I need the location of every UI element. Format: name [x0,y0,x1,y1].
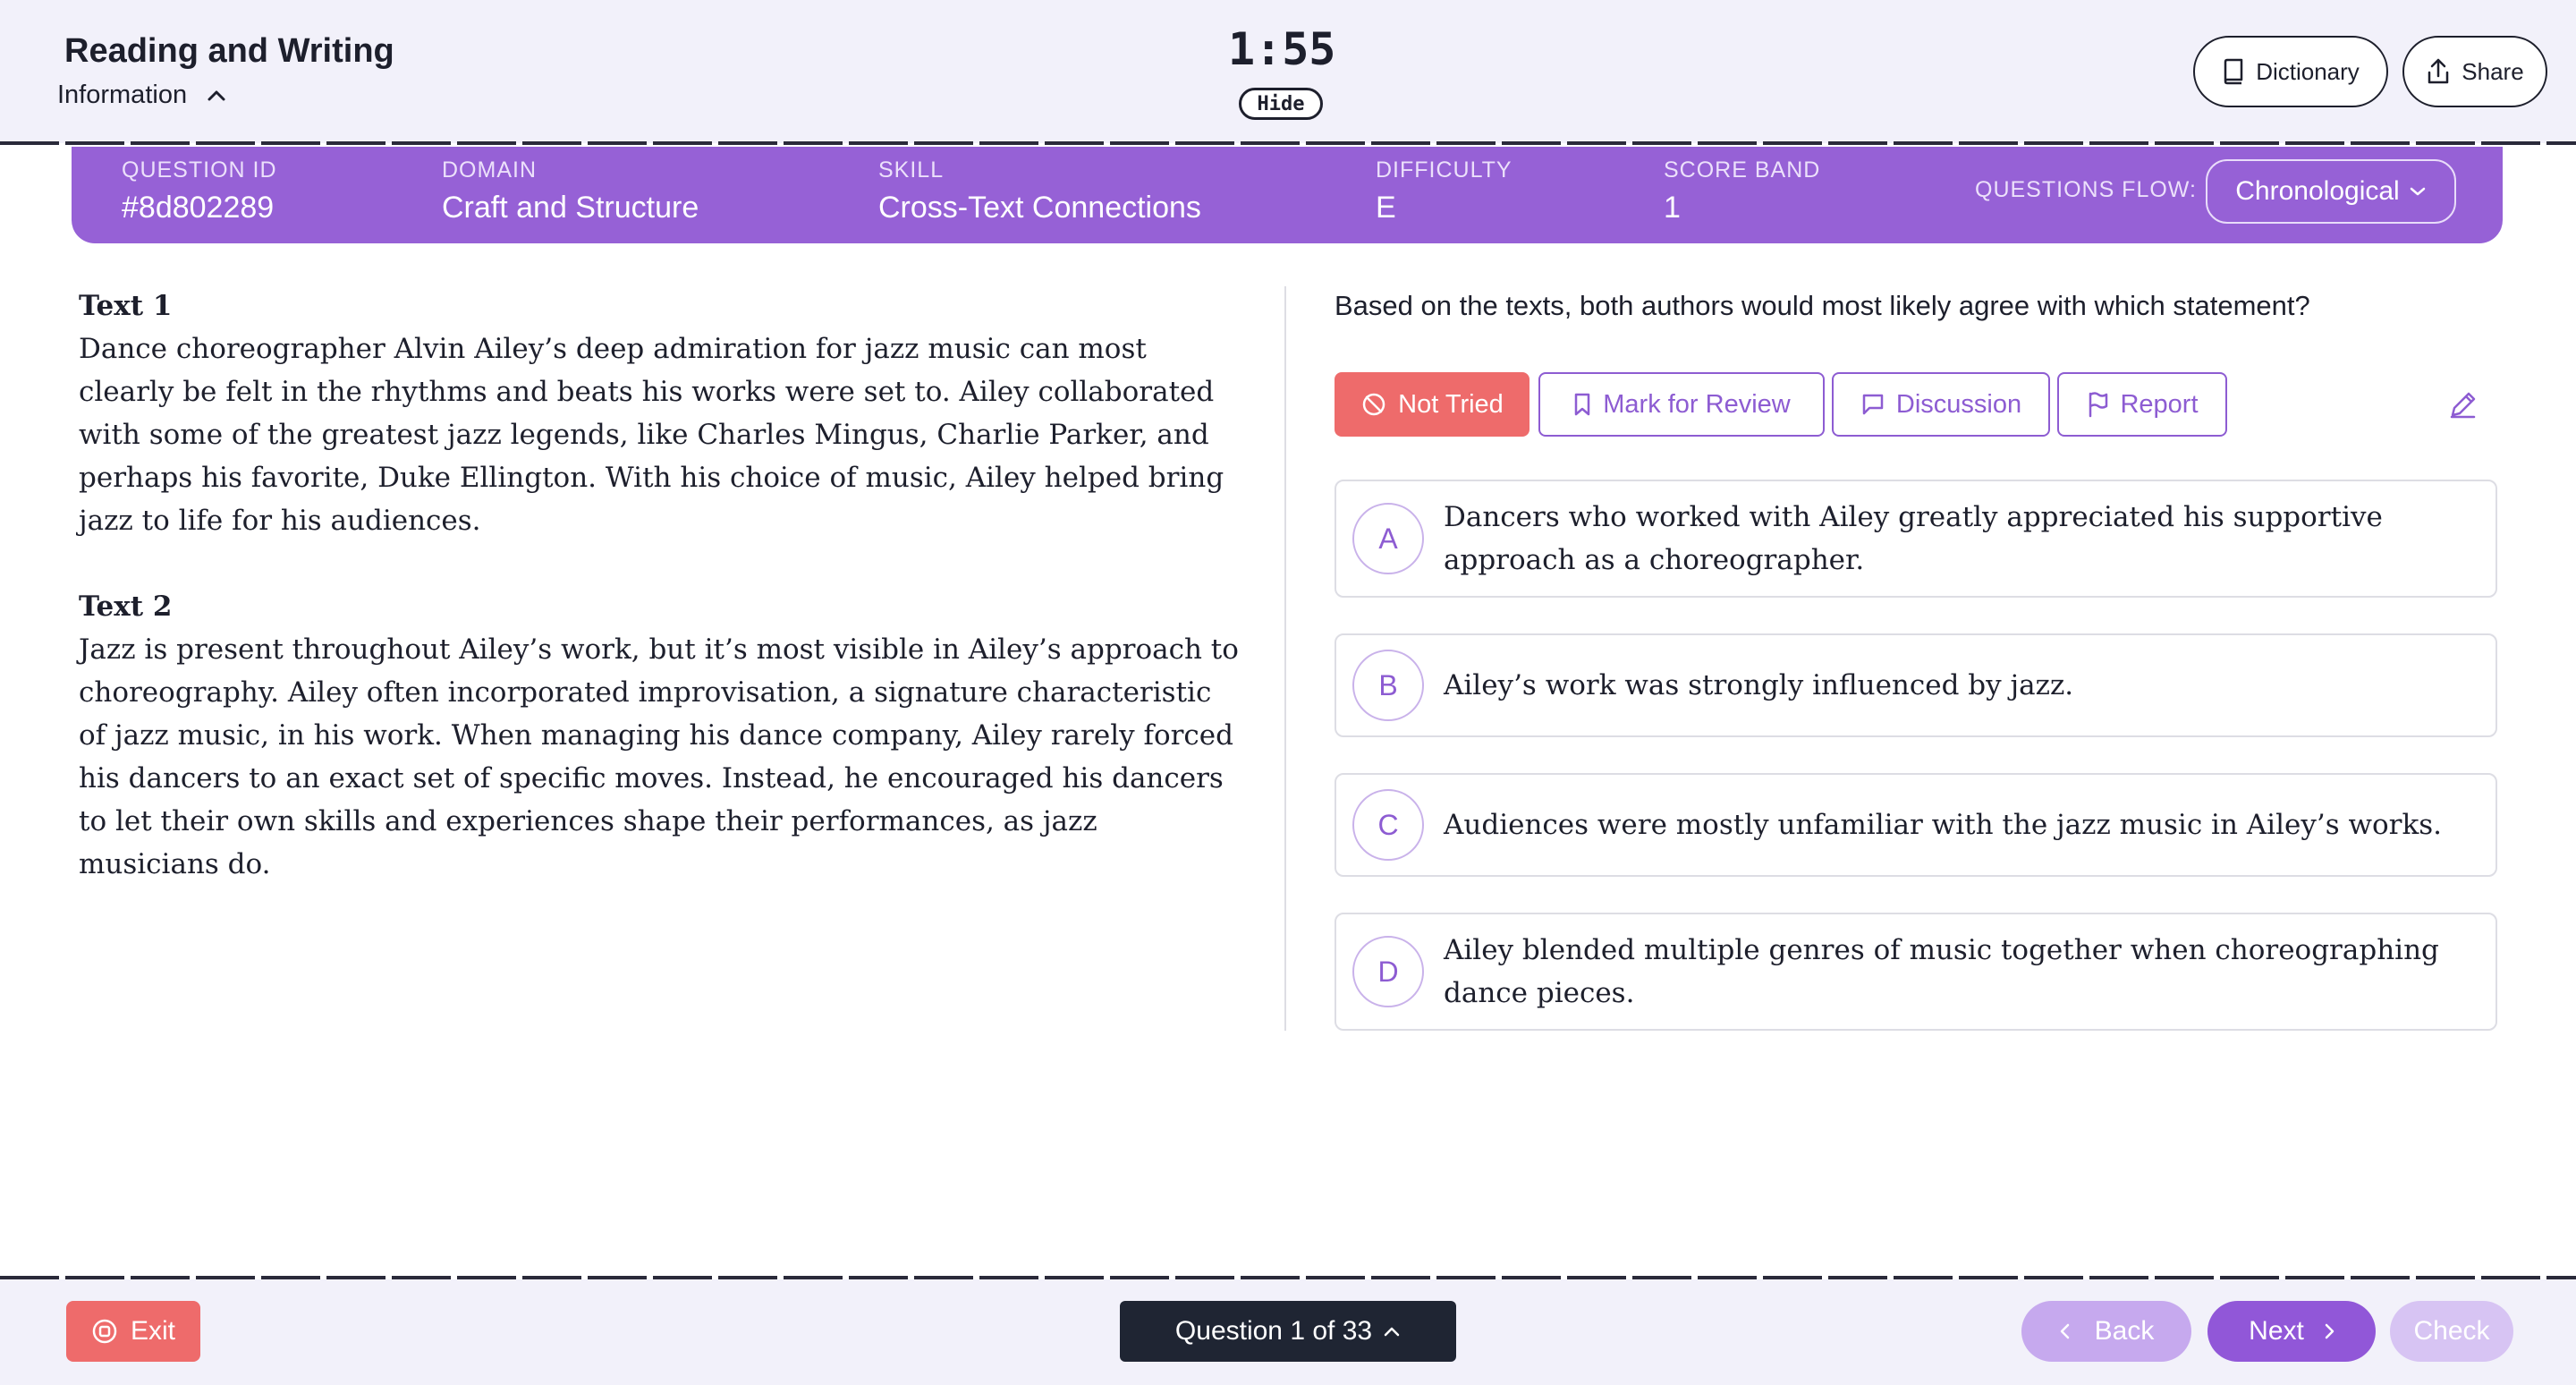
questions-flow-value: Chronological [2235,176,2400,206]
text1-body: Dance choreographer Alvin Ailey’s deep a… [79,333,1224,537]
bookmark-icon [1572,392,1592,417]
share-label: Share [2462,57,2524,85]
questions-flow-label: QUESTIONS FLOW: [1975,177,2197,202]
score-band-block: SCORE BAND 1 [1664,157,1820,225]
question-id-block: QUESTION ID #8d802289 [122,157,277,225]
choice-text-b: Ailey’s work was strongly influenced by … [1444,669,2074,701]
back-label: Back [2094,1316,2155,1346]
header-divider [0,141,2576,145]
choice-text-c: Audiences were mostly unfamiliar with th… [1444,809,2443,841]
question-info-bar: QUESTION ID #8d802289 DOMAIN Craft and S… [72,147,2503,243]
skill-label: SKILL [878,157,945,183]
score-band-value: 1 [1664,191,1681,225]
passage-panel: Text 1 Dance choreographer Alvin Ailey’s… [79,285,1241,886]
information-toggle[interactable]: Information [57,81,226,110]
section-title: Reading and Writing [64,32,394,70]
score-band-label: SCORE BAND [1664,157,1821,183]
difficulty-value: E [1376,191,1396,225]
exit-label: Exit [130,1316,175,1346]
domain-block: DOMAIN Craft and Structure [442,157,699,225]
question-navigator-label: Question 1 of 33 [1174,1316,1373,1346]
dictionary-button[interactable]: Dictionary [2193,36,2388,107]
information-label: Information [57,81,188,109]
question-id-value: #8d802289 [122,191,275,225]
footer-divider [0,1276,2576,1279]
choice-text-d: Ailey blended multiple genres of music t… [1444,934,2439,1009]
mark-for-review-label: Mark for Review [1603,389,1791,419]
answer-choice-d[interactable]: D Ailey blended multiple genres of music… [1335,913,2497,1031]
choice-letter-a: A [1352,503,1424,574]
report-button[interactable]: Report [2057,372,2227,437]
domain-label: DOMAIN [442,157,537,183]
not-tried-label: Not Tried [1398,389,1504,419]
question-id-label: QUESTION ID [122,157,277,183]
answer-choice-b[interactable]: B Ailey’s work was strongly influenced b… [1335,633,2497,737]
question-navigator-button[interactable]: Question 1 of 33 [1120,1301,1456,1362]
share-button[interactable]: Share [2402,36,2547,107]
answer-choice-a[interactable]: A Dancers who worked with Ailey greatly … [1335,480,2497,598]
difficulty-block: DIFFICULTY E [1376,157,1513,225]
text2-title: Text 2 [79,591,173,623]
pencil-icon[interactable] [2447,388,2479,421]
choice-letter-d: D [1352,936,1424,1007]
comment-icon [1860,392,1885,417]
hide-timer-button[interactable]: Hide [1239,88,1323,120]
question-prompt: Based on the texts, both authors would m… [1335,290,2310,321]
skill-value: Cross-Text Connections [878,191,1201,225]
not-tried-icon [1360,391,1387,418]
panel-divider [1284,286,1286,1031]
discussion-label: Discussion [1895,389,2022,419]
exit-button[interactable]: Exit [66,1301,200,1362]
skill-block: SKILL Cross-Text Connections [878,157,1201,225]
check-button[interactable]: Check [2390,1301,2513,1362]
domain-value: Craft and Structure [442,191,699,225]
not-tried-button[interactable]: Not Tried [1335,372,1530,437]
chevron-down-icon [2409,186,2427,197]
chevron-right-icon [2324,1322,2334,1340]
next-label: Next [2249,1316,2304,1346]
text2-body: Jazz is present throughout Ailey’s work,… [79,633,1239,880]
dictionary-label: Dictionary [2256,57,2360,85]
chevron-up-icon [207,89,226,102]
chevron-up-icon [1383,1326,1401,1337]
answer-choice-c[interactable]: C Audiences were mostly unfamiliar with … [1335,773,2497,877]
exit-icon [91,1318,118,1345]
share-icon [2426,58,2451,85]
back-button[interactable]: Back [2021,1301,2191,1362]
book-icon [2222,58,2245,85]
difficulty-label: DIFFICULTY [1376,157,1513,183]
text1-title: Text 1 [79,290,173,322]
flag-icon [2086,391,2109,418]
report-label: Report [2120,389,2199,419]
choice-letter-c: C [1352,789,1424,861]
questions-flow-select[interactable]: Chronological [2206,159,2456,224]
discussion-button[interactable]: Discussion [1832,372,2050,437]
choice-letter-b: B [1352,650,1424,721]
mark-for-review-button[interactable]: Mark for Review [1538,372,1825,437]
chevron-left-icon [2059,1322,2070,1340]
next-button[interactable]: Next [2207,1301,2376,1362]
choice-text-a: Dancers who worked with Ailey greatly ap… [1444,501,2383,576]
countdown-timer: 1:55 [1228,23,1336,75]
